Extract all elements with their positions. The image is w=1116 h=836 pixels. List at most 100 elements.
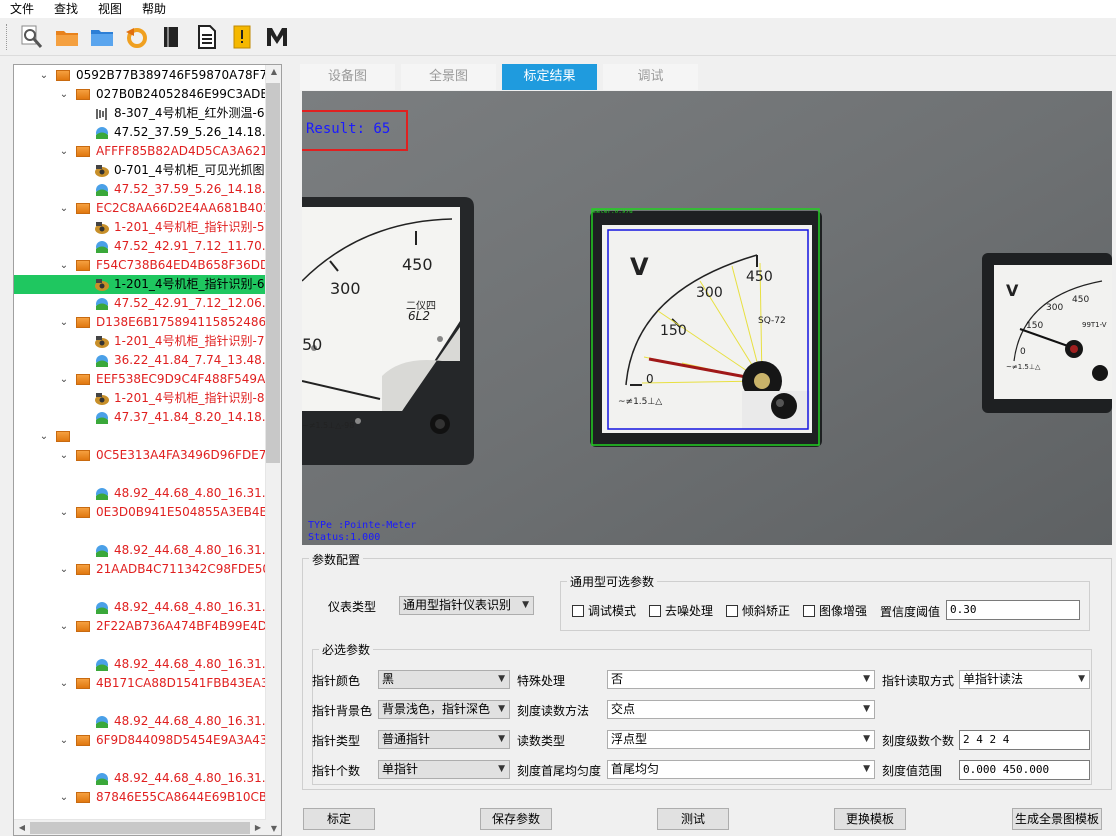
tree-node-folder[interactable]: ⌄ D138E6B175894115852486F861E <box>14 313 281 332</box>
chevron-down-icon[interactable]: ⌄ <box>58 142 70 161</box>
search-icon[interactable] <box>18 23 46 51</box>
image-enhance-checkbox[interactable]: 图像增强 <box>803 602 867 619</box>
menu-file[interactable]: 文件 <box>0 0 44 18</box>
chevron-down-icon[interactable]: ⌄ <box>38 66 50 85</box>
chevron-down-icon[interactable]: ⌄ <box>58 617 70 636</box>
menu-view[interactable]: 视图 <box>88 0 132 18</box>
tree-node-folder[interactable]: ⌄ 0592B77B389746F59870A78F7F1E21 <box>14 66 281 85</box>
refresh-icon[interactable] <box>123 23 151 51</box>
tree-node-folder[interactable]: ⌄ EC2C8AA66D2E4AA681B4031840 <box>14 199 281 218</box>
tab-debug[interactable]: 调试 <box>603 64 698 90</box>
menu-find[interactable]: 查找 <box>44 0 88 18</box>
tree-node-folder[interactable]: ⌄ 0C5E313A4FA3496D96FDE75228 <box>14 446 281 465</box>
menu-help[interactable]: 帮助 <box>132 0 176 18</box>
param-input[interactable]: 0.000 450.000 <box>959 760 1090 780</box>
tree-node-file[interactable]: 1-201_4号机柜_指针识别-7.jpg <box>14 332 281 351</box>
generate-panorama-template-button[interactable]: 生成全景图模板 <box>1012 808 1102 830</box>
tree-node-file[interactable]: 47.37_41.84_8.20_14.18.jpg <box>14 408 281 427</box>
tree-node-file[interactable]: 1-201_4号机柜_指针识别-5.jpg <box>14 218 281 237</box>
tree-node-file[interactable]: 36.22_41.84_7.74_13.48.jpg <box>14 351 281 370</box>
calibrate-button[interactable]: 标定 <box>303 808 375 830</box>
tree-node-folder[interactable]: ⌄ AFFFF85B82AD4D5CA3A62135DE <box>14 142 281 161</box>
debug-mode-checkbox[interactable]: 调试模式 <box>572 602 636 619</box>
chevron-down-icon[interactable]: ⌄ <box>58 446 70 465</box>
param-select[interactable]: 单指针读法 <box>959 670 1090 689</box>
bookmark-icon[interactable] <box>228 23 256 51</box>
tree-node-file[interactable]: 0-701_4号机柜_可见光抓图-6.jp <box>14 161 281 180</box>
tree-node-file[interactable]: 48.92_44.68_4.80_16.31.jpg <box>14 484 281 503</box>
tree-node-file[interactable]: 8-307_4号机柜_红外测温-6.jpg <box>14 104 281 123</box>
param-select[interactable]: 交点 <box>607 700 875 719</box>
chevron-down-icon[interactable]: ⌄ <box>58 674 70 693</box>
tree-node-file[interactable]: 1-201_4号机柜_指针识别-6.jpg <box>14 275 281 294</box>
scroll-up-icon[interactable]: ▲ <box>266 67 281 76</box>
tree-node-folder[interactable]: ⌄ 87846E55CA8644E69B10CB692C <box>14 788 281 807</box>
scroll-left-icon[interactable]: ◀ <box>14 823 30 832</box>
left-tick-450: 450 <box>402 255 433 274</box>
param-select[interactable]: 普通指针 <box>378 730 510 749</box>
chevron-down-icon[interactable]: ⌄ <box>58 313 70 332</box>
param-select[interactable]: 单指针 <box>378 760 510 779</box>
tree-node-file[interactable]: 47.52_42.91_7.12_12.06.jpg <box>14 294 281 313</box>
confidence-input[interactable]: 0.30 <box>946 600 1080 620</box>
tree-node-file[interactable]: 48.92_44.68_4.80_16.31.jpg <box>14 712 281 731</box>
tree-node-folder[interactable]: ⌄ F54C738B64ED4B658F36DD34DA <box>14 256 281 275</box>
change-template-button[interactable]: 更换模板 <box>834 808 906 830</box>
param-input[interactable]: 2 4 2 4 <box>959 730 1090 750</box>
chevron-down-icon[interactable]: ⌄ <box>58 731 70 750</box>
book-icon[interactable] <box>158 23 186 51</box>
tree-node-file[interactable]: 47.52_37.59_5.26_14.18.jpg <box>14 123 281 142</box>
tree-node-file[interactable]: 47.52_37.59_5.26_14.18.jpg <box>14 180 281 199</box>
m-logo-icon[interactable] <box>263 23 291 51</box>
tree-node-file[interactable]: 47.52_42.91_7.12_11.70.jpg <box>14 237 281 256</box>
tree-node-folder[interactable]: ⌄ 21AADB4C711342C98FDE50F267 <box>14 560 281 579</box>
horizontal-scrollbar[interactable]: ◀ ▶ <box>14 819 266 835</box>
chevron-down-icon[interactable]: ⌄ <box>58 256 70 275</box>
param-select[interactable]: 浮点型 <box>607 730 875 749</box>
tree-node-folder[interactable]: ⌄ EEF538EC9D9C4F488F549A6B721 <box>14 370 281 389</box>
tree-node-file[interactable]: 48.92_44.68_4.80_16.31.jpg <box>14 598 281 617</box>
param-select[interactable]: 背景浅色，指针深色 <box>378 700 510 719</box>
denoise-checkbox[interactable]: 去噪处理 <box>649 602 713 619</box>
checkbox-box[interactable] <box>726 604 738 617</box>
vertical-scrollbar[interactable]: ▲ ▼ <box>265 65 281 835</box>
document-icon[interactable] <box>193 23 221 51</box>
tree-node-folder[interactable]: ⌄ 2F22AB736A474BF4B99E4D12CA <box>14 617 281 636</box>
file-tree[interactable]: ⌄ 0592B77B389746F59870A78F7F1E21 ⌄ 027B0B24… <box>13 64 282 836</box>
tab-panorama[interactable]: 全景图 <box>401 64 496 90</box>
checkbox-box[interactable] <box>572 604 584 617</box>
save-params-button[interactable]: 保存参数 <box>480 808 552 830</box>
folder-icon[interactable] <box>88 23 116 51</box>
tab-device-image[interactable]: 设备图 <box>300 64 395 90</box>
param-select[interactable]: 否 <box>607 670 875 689</box>
vertical-scroll-thumb[interactable] <box>266 83 280 463</box>
chevron-down-icon[interactable]: ⌄ <box>38 427 50 446</box>
checkbox-box[interactable] <box>803 604 815 617</box>
scroll-right-icon[interactable]: ▶ <box>250 823 266 832</box>
tree-node-folder[interactable]: ⌄ 6F9D844098D5454E9A3A438687 <box>14 731 281 750</box>
tree-node-folder[interactable]: ⌄ <box>14 427 266 446</box>
test-button[interactable]: 测试 <box>657 808 729 830</box>
tree-node-file[interactable]: 48.92_44.68_4.80_16.31.jpg <box>14 541 281 560</box>
tree-node-folder[interactable]: ⌄ 4B171CA88D1541FBB43EA309A5 <box>14 674 281 693</box>
tilt-correct-checkbox[interactable]: 倾斜矫正 <box>726 602 790 619</box>
tree-node-folder[interactable]: ⌄ 0E3D0B941E504855A3EB4EB4DF <box>14 503 281 522</box>
tree-node-folder[interactable]: ⌄ 027B0B24052846E99C3ADE570C <box>14 85 281 104</box>
chevron-down-icon[interactable]: ⌄ <box>58 560 70 579</box>
param-select[interactable]: 黑 <box>378 670 510 689</box>
param-select[interactable]: 首尾均匀 <box>607 760 875 779</box>
tab-calibration-result[interactable]: 标定结果 <box>502 64 597 90</box>
checkbox-box[interactable] <box>649 604 661 617</box>
tree-node-file[interactable]: 48.92_44.68_4.80_16.31.jpg <box>14 769 281 788</box>
scroll-down-icon[interactable]: ▼ <box>266 824 281 833</box>
chevron-down-icon[interactable]: ⌄ <box>58 370 70 389</box>
open-folder-icon[interactable] <box>53 23 81 51</box>
chevron-down-icon[interactable]: ⌄ <box>58 199 70 218</box>
meter-type-select[interactable]: 通用型指针仪表识别 <box>399 596 534 615</box>
chevron-down-icon[interactable]: ⌄ <box>58 503 70 522</box>
chevron-down-icon[interactable]: ⌄ <box>58 788 70 807</box>
tree-node-file[interactable]: 1-201_4号机柜_指针识别-8.jpg <box>14 389 281 408</box>
horizontal-scroll-thumb[interactable] <box>30 822 250 834</box>
chevron-down-icon[interactable]: ⌄ <box>58 85 70 104</box>
tree-node-file[interactable]: 48.92_44.68_4.80_16.31.jpg <box>14 655 281 674</box>
